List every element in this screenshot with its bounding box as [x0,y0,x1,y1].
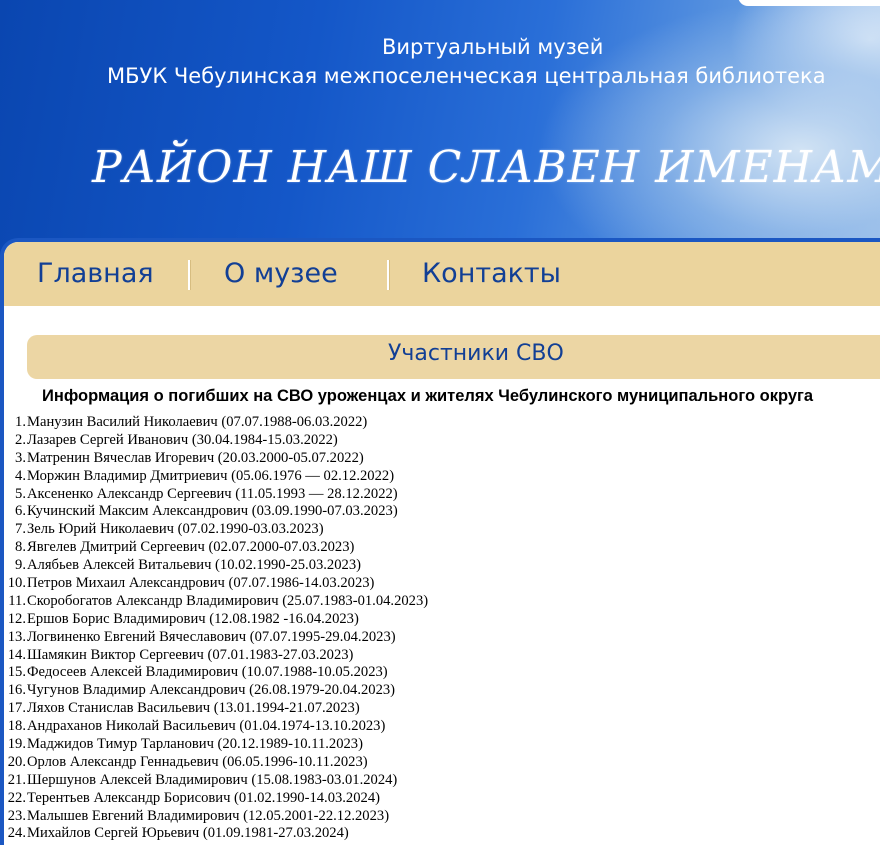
list-item-text: Зель Юрий Николаевич (07.02.1990-03.03.2… [27,521,324,538]
list-item-text: Моржин Владимир Дмитриевич (05.06.1976 —… [27,467,395,484]
list-item-text: Ляхов Станислав Васильевич (13.01.1994-2… [27,700,360,717]
site-title: РАЙОН НАШ СЛАВЕН ИМЕНАМИ [92,142,880,193]
list-item-number: 19. [7,736,26,753]
list-item: 12.Ершов Борис Владимирович (12.08.1982 … [4,611,428,629]
list-item-text: Явгелев Дмитрий Сергеевич (02.07.2000-07… [27,539,355,556]
nav-divider [387,260,389,290]
list-item: 23.Малышев Евгений Владимирович (12.05.2… [4,808,428,826]
top-corner-tab [738,0,880,6]
list-item-number: 21. [7,771,26,788]
list-item: 22.Терентьев Александр Борисович (01.02.… [4,790,428,808]
list-item-number: 23. [7,807,26,824]
list-item-number: 5. [15,485,26,502]
list-item-number: 2. [15,431,26,448]
list-item-text: Алябьев Алексей Витальевич (10.02.1990-2… [27,557,361,574]
nav-contacts-link[interactable]: Контакты [422,258,561,289]
list-item-text: Матренин Вячеслав Игоревич (20.03.2000-0… [27,449,364,466]
list-item-text: Терентьев Александр Борисович (01.02.199… [27,789,380,806]
list-item-text: Аксененко Александр Сергеевич (11.05.199… [27,485,398,502]
list-item-text: Лазарев Сергей Иванович (30.04.1984-15.0… [27,431,338,448]
list-item: 13.Логвиненко Евгений Вячеславович (07.0… [4,629,428,647]
list-item-number: 17. [7,700,26,717]
list-item-text: Маджидов Тимур Тарланович (20.12.1989-10… [27,736,363,753]
list-item-number: 22. [7,789,26,806]
list-item: 7.Зель Юрий Николаевич (07.02.1990-03.03… [4,521,428,539]
section-header-band: Участники СВО [27,335,880,379]
list-item-text: Орлов Александр Геннадьевич (06.05.1996-… [27,753,368,770]
list-item: 16.Чугунов Владимир Александрович (26.08… [4,682,428,700]
list-item-text: Михайлов Сергей Юрьевич (01.09.1981-27.0… [27,825,349,842]
list-item-text: Скоробогатов Александр Владимирович (25.… [27,592,429,609]
info-heading: Информация о погибших на СВО уроженцах и… [42,387,814,405]
list-item: 17.Ляхов Станислав Васильевич (13.01.199… [4,700,428,718]
list-item-number: 8. [15,539,26,556]
list-item: 21.Шершунов Алексей Владимирович (15.08.… [4,772,428,790]
site-header: Виртуальный музей МБУК Чебулинская межпо… [0,0,880,262]
list-item-text: Шершунов Алексей Владимирович (15.08.198… [27,771,398,788]
list-item: 8.Явгелев Дмитрий Сергеевич (02.07.2000-… [4,539,428,557]
list-item: 1.Манузин Василий Николаевич (07.07.1988… [4,414,428,432]
list-item: 4.Моржин Владимир Дмитриевич (05.06.1976… [4,468,428,486]
list-item-text: Шамякин Виктор Сергеевич (07.01.1983-27.… [27,646,354,663]
content-frame: Главная О музее Контакты Участники СВО И… [0,238,880,845]
list-item-text: Кучинский Максим Александрович (03.09.19… [27,503,398,520]
list-item: 24.Михайлов Сергей Юрьевич (01.09.1981-2… [4,825,428,843]
list-item-number: 9. [15,557,26,574]
list-item-text: Ершов Борис Владимирович (12.08.1982 -16… [27,610,359,627]
list-item-text: Малышев Евгений Владимирович (12.05.2001… [27,807,390,824]
list-item-text: Петров Михаил Александрович (07.07.1986-… [27,575,375,592]
list-item-text: Чугунов Владимир Александрович (26.08.19… [27,682,396,699]
fallen-list: 1.Манузин Василий Николаевич (07.07.1988… [4,414,428,843]
list-item-number: 14. [7,646,26,663]
list-item-number: 3. [15,449,26,466]
list-item: 18.Андраханов Николай Васильевич (01.04.… [4,718,428,736]
list-item: 2.Лазарев Сергей Иванович (30.04.1984-15… [4,432,428,450]
list-item-number: 12. [7,610,26,627]
list-item-text: Федосеев Алексей Владимирович (10.07.198… [27,664,388,681]
library-label: МБУК Чебулинская межпоселенческая центра… [107,64,826,88]
list-item-number: 18. [7,718,26,735]
list-item-number: 11. [8,592,26,609]
list-item: 11.Скоробогатов Александр Владимирович (… [4,593,428,611]
nav-home-link[interactable]: Главная [37,258,154,289]
list-item: 10.Петров Михаил Александрович (07.07.19… [4,575,428,593]
list-item-number: 6. [15,503,26,520]
section-title: Участники СВО [388,341,564,366]
list-item-number: 1. [15,414,26,430]
list-item: 5.Аксененко Александр Сергеевич (11.05.1… [4,486,428,504]
nav-divider [188,260,190,290]
list-item: 3.Матренин Вячеслав Игоревич (20.03.2000… [4,450,428,468]
list-item: 14.Шамякин Виктор Сергеевич (07.01.1983-… [4,647,428,665]
list-item-number: 16. [7,682,26,699]
list-item-number: 15. [7,664,26,681]
list-item: 9.Алябьев Алексей Витальевич (10.02.1990… [4,557,428,575]
list-item: 15.Федосеев Алексей Владимирович (10.07.… [4,664,428,682]
list-item: 19.Маджидов Тимур Тарланович (20.12.1989… [4,736,428,754]
list-item-number: 13. [7,628,26,645]
list-item-number: 20. [7,753,26,770]
main-nav: Главная О музее Контакты [4,242,880,306]
list-item-text: Манузин Василий Николаевич (07.07.1988-0… [27,414,368,430]
nav-about-link[interactable]: О музее [224,258,338,289]
list-item-text: Андраханов Николай Васильевич (01.04.197… [27,718,386,735]
list-item: 6.Кучинский Максим Александрович (03.09.… [4,503,428,521]
list-item-number: 4. [15,467,26,484]
museum-label: Виртуальный музей [382,35,604,59]
content-area: Главная О музее Контакты Участники СВО И… [4,242,880,845]
list-item: 20.Орлов Александр Геннадьевич (06.05.19… [4,754,428,772]
list-item-number: 24. [7,825,26,842]
list-item-number: 7. [15,521,26,538]
list-item-text: Логвиненко Евгений Вячеславович (07.07.1… [27,628,396,645]
list-item-number: 10. [7,575,26,592]
